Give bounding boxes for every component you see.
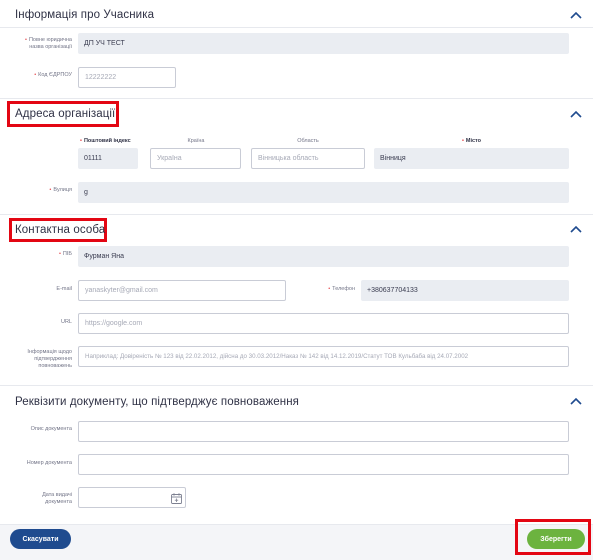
url-field[interactable]: https://google.com (78, 313, 569, 334)
authority-field[interactable]: Наприклад: Довіреність № 123 від 22.02.2… (78, 346, 569, 367)
doc-description-label: Опис документа (30, 426, 72, 432)
postal-field[interactable]: 01111 (78, 148, 138, 169)
contact-name-label: • ПІБ (58, 251, 72, 257)
street-field[interactable]: g (78, 182, 569, 203)
chevron-up-icon[interactable] (570, 397, 584, 407)
section-title-address: Адреса організації (15, 108, 116, 120)
doc-number-field[interactable] (78, 454, 569, 475)
section-title-contact: Контактна особа (15, 224, 106, 236)
edrpou-label: • Код ЄДРПОУ (34, 72, 72, 78)
city-field[interactable]: Вінниця (374, 148, 569, 169)
region-field[interactable]: Вінницька область (251, 148, 365, 169)
phone-label: • Телефон (328, 286, 355, 292)
chevron-up-icon[interactable] (570, 11, 584, 21)
country-label: Країна (187, 138, 205, 144)
section-title-document: Реквізити документу, що підтверджує повн… (15, 396, 299, 408)
country-field[interactable]: Україна (150, 148, 241, 169)
edrpou-field[interactable]: 12222222 (78, 67, 176, 88)
street-label: • Вулиця (49, 187, 72, 193)
section-divider (0, 27, 593, 28)
doc-number-label: Номер документа (26, 460, 72, 466)
section-divider (0, 98, 593, 99)
city-label: • Місто (461, 138, 482, 144)
doc-date-label: Дата видачі документа (42, 492, 72, 505)
email-label: E-mail (56, 286, 72, 292)
full-name-field[interactable]: ДП УЧ ТЕСТ (78, 33, 569, 54)
footer-bar (0, 524, 593, 560)
contact-name-field[interactable]: Фурман Яна (78, 246, 569, 267)
section-title-participant: Інформація про Учасника (15, 9, 155, 21)
chevron-up-icon[interactable] (570, 110, 584, 120)
section-divider (0, 385, 593, 386)
full-name-label: • Повне юридична назва організації (25, 37, 72, 50)
email-field[interactable]: yanaskyter@gmail.com (78, 280, 286, 301)
authority-label: Інформація щодо підтвердження повноважен… (27, 349, 72, 369)
region-label: Область (297, 138, 319, 144)
save-button[interactable]: Зберегти (527, 529, 585, 549)
doc-description-field[interactable] (78, 421, 569, 442)
phone-field[interactable]: +380637704133 (361, 280, 569, 301)
postal-label: • Поштовий індекс (80, 138, 131, 144)
url-label: URL (60, 319, 72, 325)
cancel-button[interactable]: Скасувати (10, 529, 71, 549)
calendar-icon[interactable] (171, 491, 182, 504)
doc-date-field[interactable] (78, 487, 186, 508)
section-divider (0, 214, 593, 215)
chevron-up-icon[interactable] (570, 225, 584, 235)
